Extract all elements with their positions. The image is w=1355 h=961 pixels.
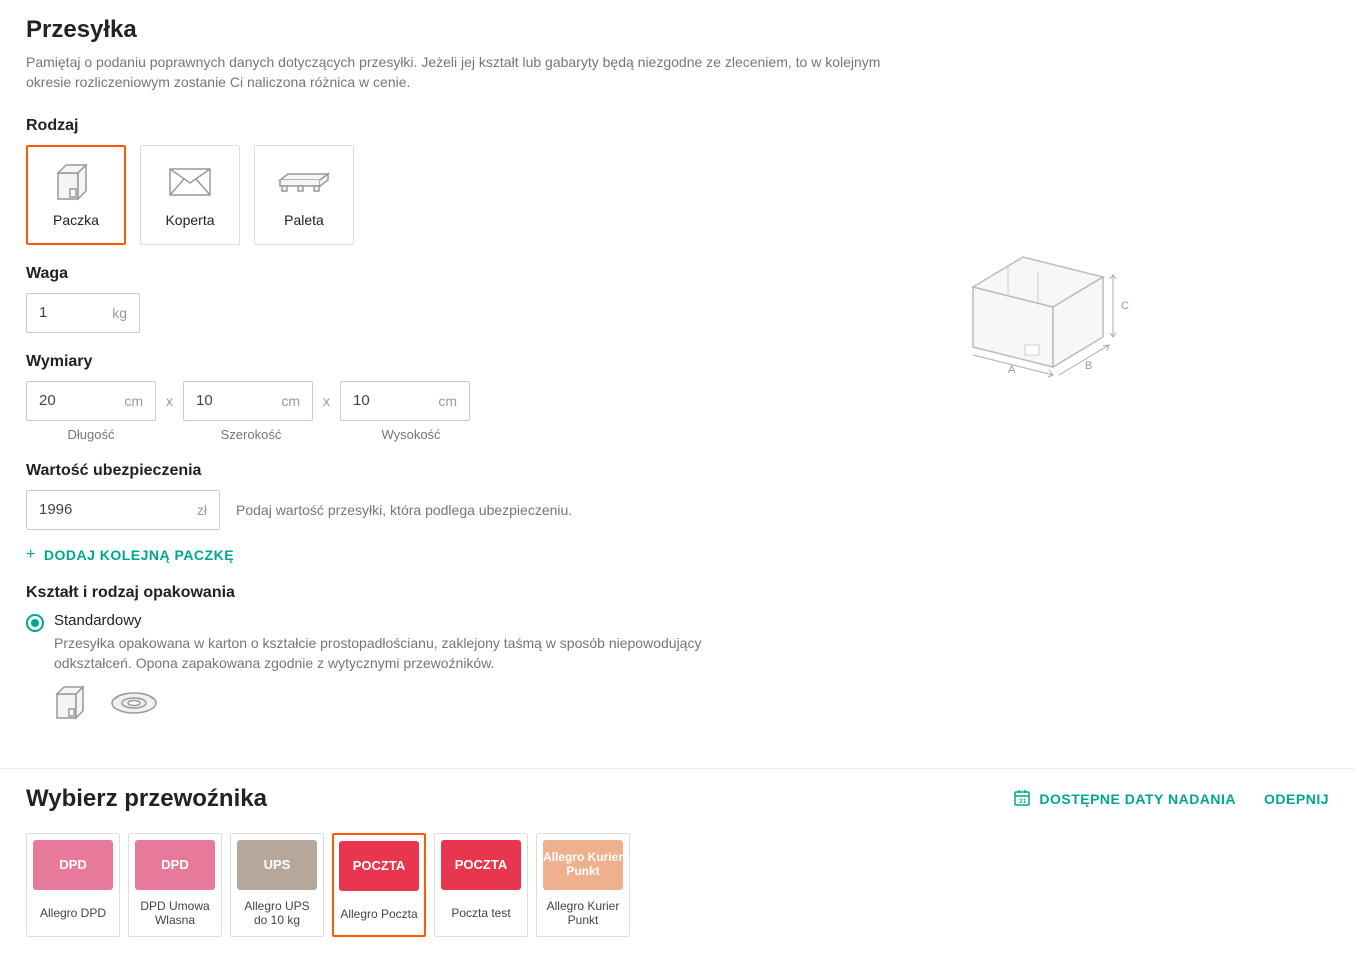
type-koperta[interactable]: Koperta bbox=[140, 145, 240, 245]
carrier-poczta-label: Allegro Poczta bbox=[340, 899, 417, 929]
add-package-button[interactable]: + DODAJ KOLEJNĄ PACZKĘ bbox=[26, 546, 726, 564]
radio-standardowy[interactable] bbox=[26, 614, 44, 632]
carrier-ups[interactable]: UPS Allegro UPS do 10 kg bbox=[230, 833, 324, 937]
calendar-icon: 31 bbox=[1013, 789, 1031, 810]
radio-standardowy-desc: Przesyłka opakowana w karton o kształcie… bbox=[54, 633, 726, 674]
carrier-unpin-label: ODEPNIJ bbox=[1264, 791, 1329, 807]
carrier-allegro-punkt-label: Allegro Kurier Punkt bbox=[543, 898, 623, 928]
carrier-allegro-punkt[interactable]: Allegro Kurier Punkt Allegro Kurier Punk… bbox=[536, 833, 630, 937]
carrier-dpd-umowa[interactable]: DPD DPD Umowa Wlasna bbox=[128, 833, 222, 937]
carrier-title: Wybierz przewoźnika bbox=[26, 785, 267, 813]
carrier-poczta-test[interactable]: POCZTA Poczta test bbox=[434, 833, 528, 937]
carrier-dpd-umowa-label: DPD Umowa Wlasna bbox=[135, 898, 215, 928]
dim-length-unit: cm bbox=[124, 393, 143, 409]
ubez-unit: zł bbox=[197, 502, 207, 518]
dim-width-unit: cm bbox=[281, 393, 300, 409]
carrier-dates-link[interactable]: 31 DOSTĘPNE DATY NADANIA bbox=[1013, 789, 1236, 810]
shipment-title: Przesyłka bbox=[26, 16, 1329, 44]
dim-length-input[interactable]: cm bbox=[26, 381, 156, 421]
dim-width-input[interactable]: cm bbox=[183, 381, 313, 421]
carrier-dpd-umowa-logo: DPD bbox=[135, 840, 215, 890]
diagram-label-a: A bbox=[1008, 364, 1016, 376]
diagram-label-c: C bbox=[1121, 300, 1129, 312]
carrier-poczta[interactable]: POCZTA Allegro Poczta bbox=[332, 833, 426, 937]
carrier-poczta-test-logo: POCZTA bbox=[441, 840, 521, 890]
carrier-dpd-label: Allegro DPD bbox=[40, 898, 106, 928]
radio-standardowy-title: Standardowy bbox=[54, 612, 726, 629]
shape-tire-icon bbox=[110, 689, 158, 720]
carrier-ups-logo: UPS bbox=[237, 840, 317, 890]
dim-sub-height: Wysokość bbox=[346, 427, 476, 442]
shipment-desc: Pamiętaj o podaniu poprawnych danych dot… bbox=[26, 52, 886, 93]
dim-sep-2: x bbox=[323, 393, 330, 409]
carrier-dpd[interactable]: DPD Allegro DPD bbox=[26, 833, 120, 937]
waga-value[interactable] bbox=[39, 304, 104, 321]
waga-input[interactable]: kg bbox=[26, 293, 140, 333]
type-koperta-label: Koperta bbox=[165, 212, 214, 228]
dim-sub-length: Długość bbox=[26, 427, 156, 442]
waga-unit: kg bbox=[112, 305, 127, 321]
ksztalt-label: Kształt i rodzaj opakowania bbox=[26, 584, 726, 602]
type-paleta-label: Paleta bbox=[284, 212, 324, 228]
dim-sep-1: x bbox=[166, 393, 173, 409]
svg-text:31: 31 bbox=[1019, 799, 1027, 805]
carrier-poczta-logo: POCZTA bbox=[339, 841, 419, 891]
ubez-hint: Podaj wartość przesyłki, która podlega u… bbox=[236, 502, 572, 518]
pallet-icon bbox=[276, 162, 332, 202]
dim-height-value[interactable] bbox=[353, 392, 430, 409]
dim-height-input[interactable]: cm bbox=[340, 381, 470, 421]
dim-sub-width: Szerokość bbox=[186, 427, 316, 442]
waga-label: Waga bbox=[26, 265, 726, 283]
carrier-allegro-punkt-logo: Allegro Kurier Punkt bbox=[543, 840, 623, 890]
type-label: Rodzaj bbox=[26, 117, 726, 135]
carrier-dpd-logo: DPD bbox=[33, 840, 113, 890]
add-package-label: DODAJ KOLEJNĄ PACZKĘ bbox=[44, 547, 234, 563]
plus-icon: + bbox=[26, 546, 36, 564]
carrier-poczta-test-label: Poczta test bbox=[451, 898, 510, 928]
dim-length-value[interactable] bbox=[39, 392, 116, 409]
envelope-icon bbox=[168, 162, 212, 202]
type-paczka[interactable]: Paczka bbox=[26, 145, 126, 245]
box-diagram: A B C bbox=[953, 237, 1143, 390]
ubez-input[interactable]: zł bbox=[26, 490, 220, 530]
dim-width-value[interactable] bbox=[196, 392, 273, 409]
type-paczka-label: Paczka bbox=[53, 212, 99, 228]
box-icon bbox=[54, 162, 98, 202]
carrier-unpin-link[interactable]: ODEPNIJ bbox=[1264, 791, 1329, 807]
diagram-label-b: B bbox=[1085, 360, 1092, 372]
type-paleta[interactable]: Paleta bbox=[254, 145, 354, 245]
carrier-ups-label: Allegro UPS do 10 kg bbox=[237, 898, 317, 928]
ubez-label: Wartość ubezpieczenia bbox=[26, 462, 726, 480]
wymiary-label: Wymiary bbox=[26, 353, 726, 371]
ubez-value[interactable] bbox=[39, 501, 189, 518]
dim-height-unit: cm bbox=[438, 393, 457, 409]
shape-box-icon bbox=[54, 685, 94, 724]
carrier-dates-label: DOSTĘPNE DATY NADANIA bbox=[1039, 791, 1236, 807]
